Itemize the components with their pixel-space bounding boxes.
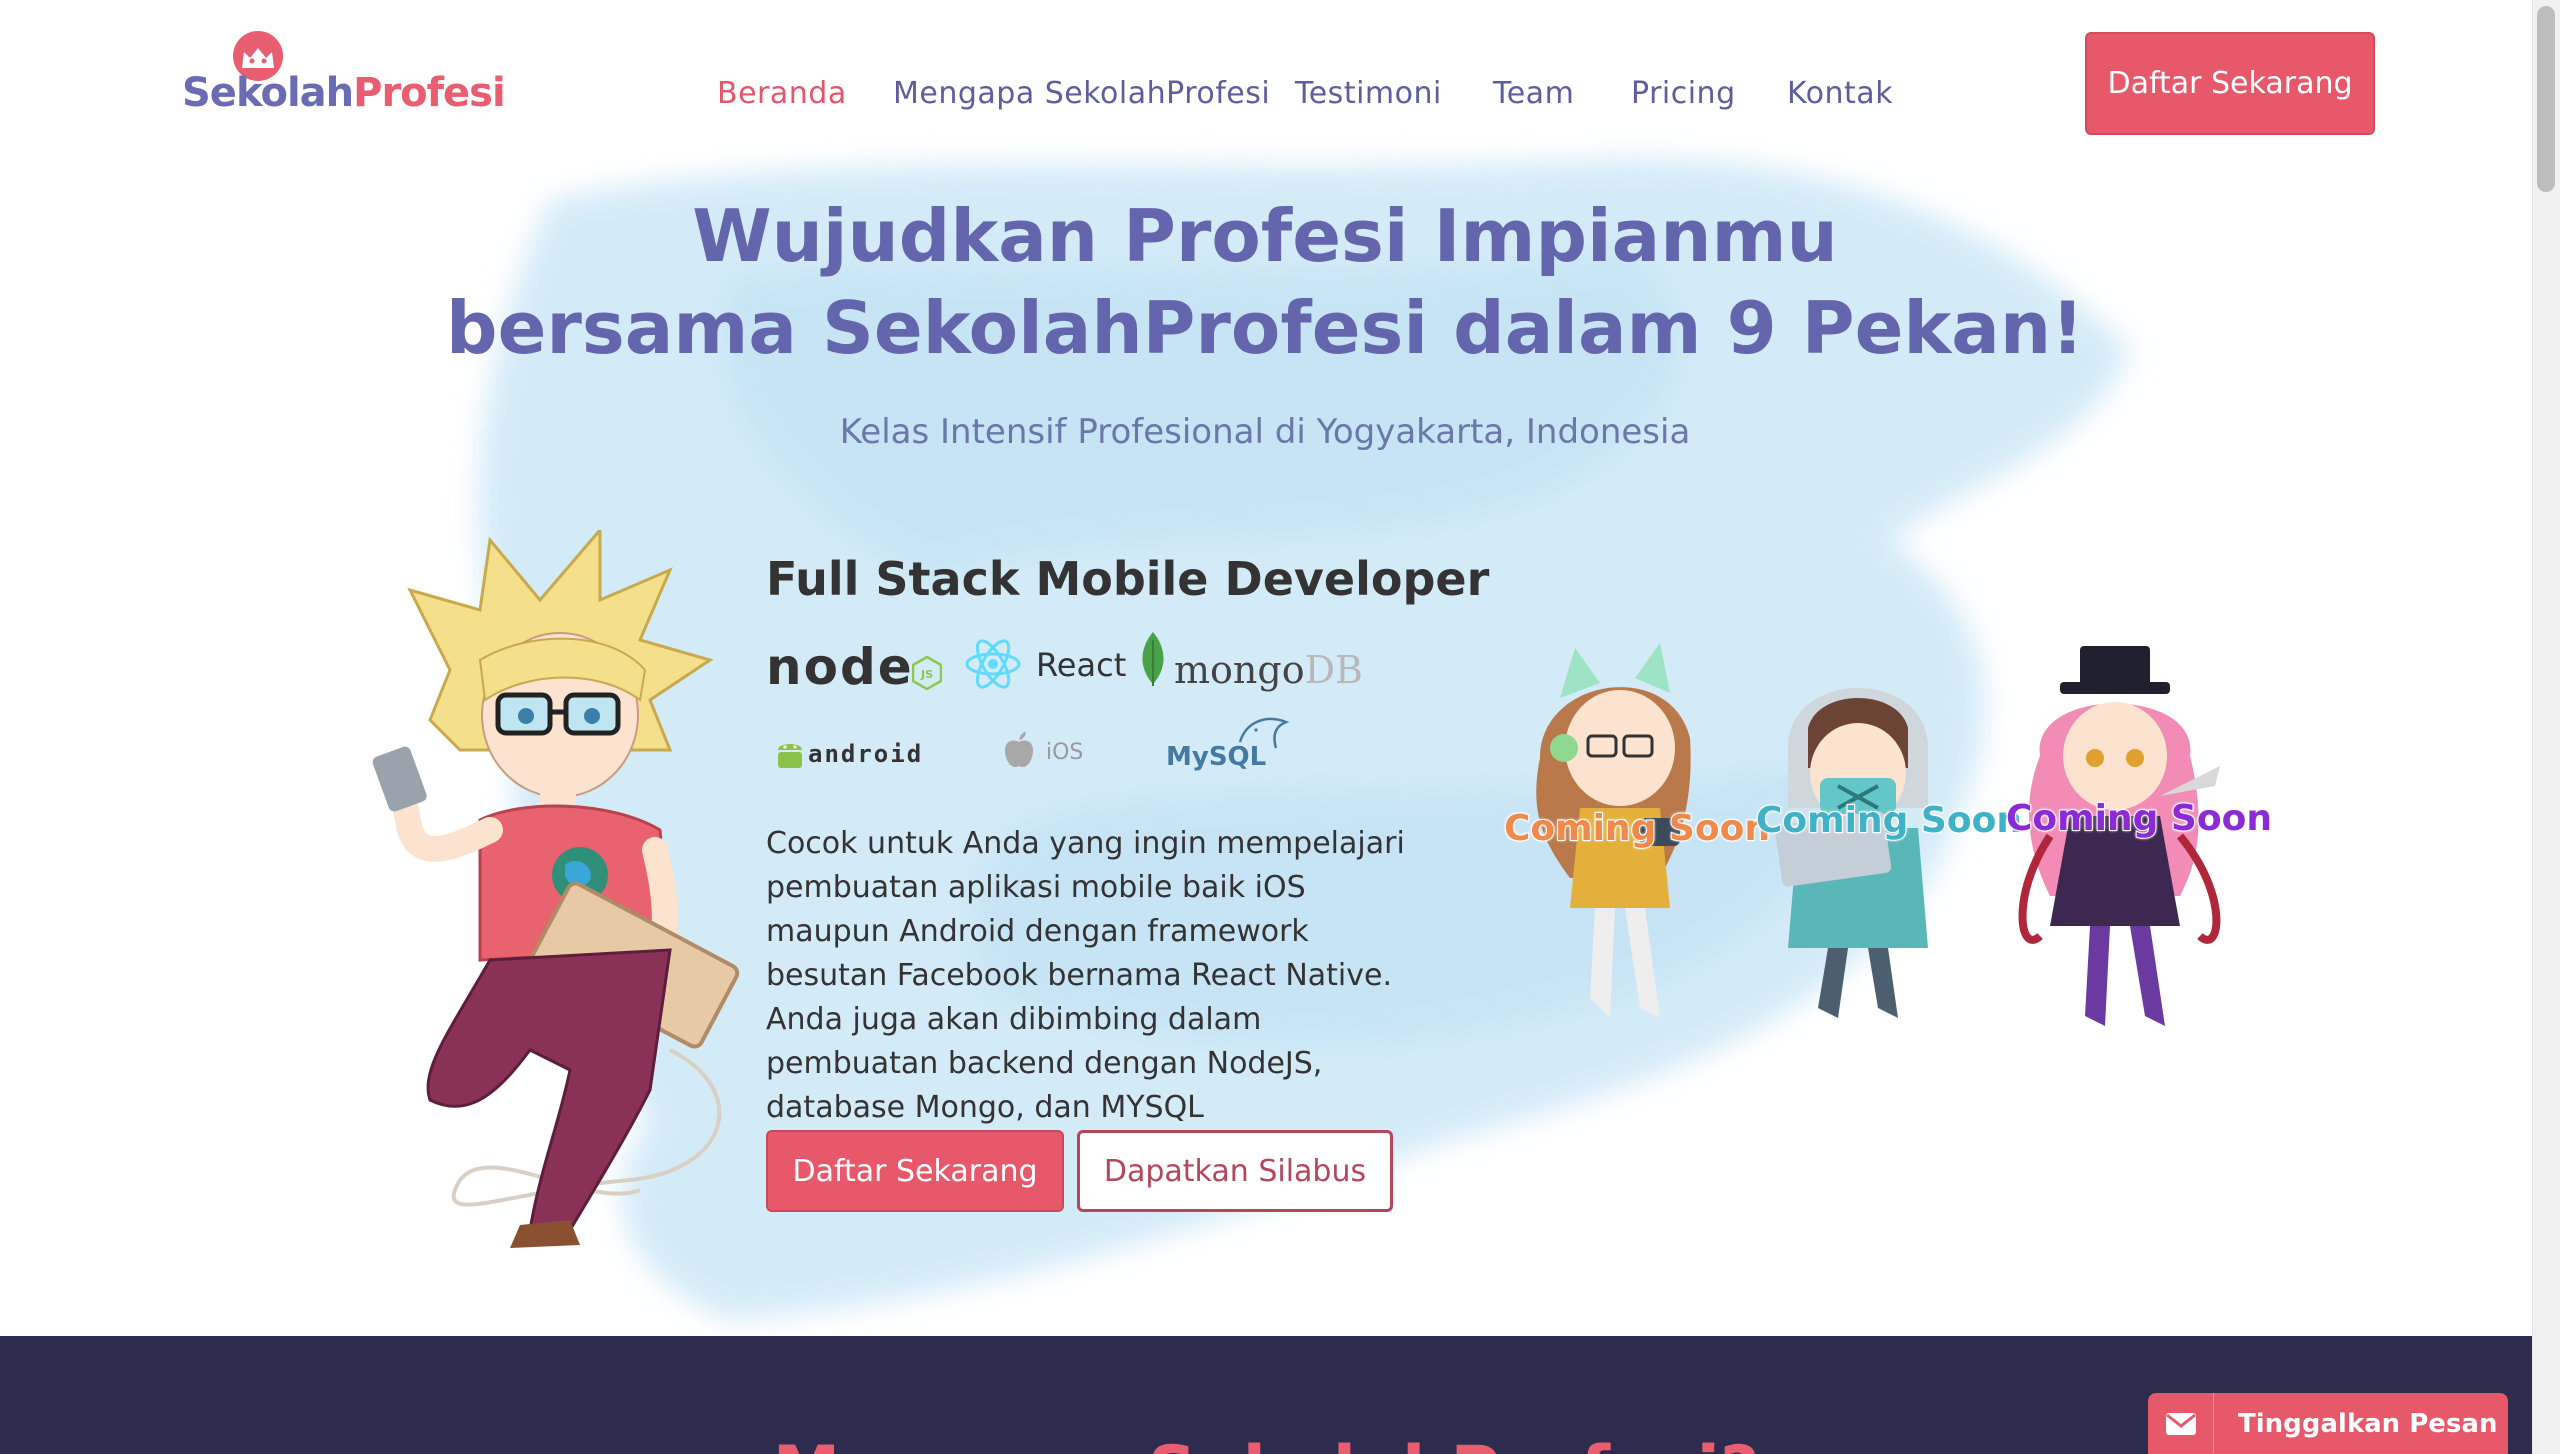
apple-icon [1004,732,1034,768]
mongodb-leaf-icon [1142,632,1164,686]
mysql-wordmark: MySQL [1166,742,1267,772]
mongodb-db: DB [1304,648,1363,692]
coming-soon-label-3: Coming Soon [2005,797,2273,840]
hero-title-line2: bersama SekolahProfesi dalam 9 Pekan! [446,286,2084,370]
nav-item-kontak[interactable]: Kontak [1787,76,1893,111]
react-atom-icon [965,639,1021,689]
mongodb-wordmark: mongoDB [1174,648,1363,692]
react-logo: React [964,636,1127,696]
android-wordmark: android [808,740,924,768]
envelope-icon [2148,1393,2214,1454]
mongodb-logo: mongoDB [1138,630,1363,700]
hero-title-line1: Wujudkan Profesi Impianmu [692,194,1838,278]
android-logo: android [774,736,944,780]
nav-item-beranda[interactable]: Beranda [717,76,847,111]
android-robot-icon [778,744,802,768]
leave-message-tab[interactable]: Tinggalkan Pesan [2148,1393,2508,1454]
scrollbar-thumb[interactable] [2537,6,2555,192]
nodejs-wordmark: node [766,638,914,696]
nav-item-team[interactable]: Team [1493,76,1574,111]
ios-logo: iOS [1002,730,1112,774]
coming-soon-label-1: Coming Soon [1503,807,1771,850]
register-button[interactable]: Daftar Sekarang [766,1130,1064,1212]
nav-item-testimoni[interactable]: Testimoni [1295,76,1442,111]
nodejs-hexagon-icon: JS [912,656,942,690]
course-title: Full Stack Mobile Developer [766,552,1490,606]
ios-wordmark: iOS [1046,740,1084,765]
coming-soon-label-2: Coming Soon [1755,799,2023,842]
syllabus-button[interactable]: Dapatkan Silabus [1077,1130,1393,1212]
leave-message-label: Tinggalkan Pesan [2238,1408,2498,1439]
nodejs-badge-text: JS [920,668,933,681]
nodejs-logo: node JS [766,638,946,698]
mongodb-word: mongo [1174,648,1305,692]
nav-item-pricing[interactable]: Pricing [1631,76,1736,111]
register-button-header[interactable]: Daftar Sekarang [2085,32,2375,135]
react-wordmark: React [1036,646,1127,684]
course-description: Cocok untuk Anda yang ingin mempelajari … [766,826,1405,1125]
hero-subtitle: Kelas Intensif Profesional di Yogyakarta… [839,412,1691,452]
nav-item-mengapa[interactable]: Mengapa SekolahProfesi [893,76,1270,111]
mysql-logo: MySQL [1166,712,1296,782]
developer-character-illustration [372,530,740,1248]
page-scrollbar[interactable] [2532,0,2560,1454]
